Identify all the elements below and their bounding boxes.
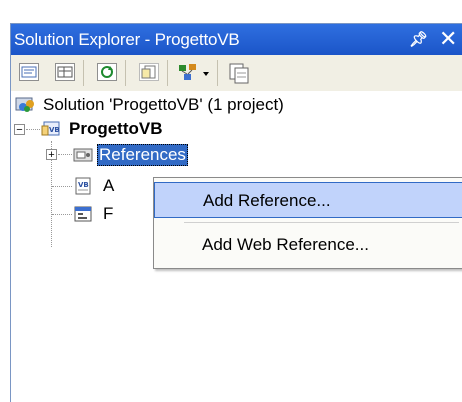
window-title: Solution Explorer - ProgettoVB (14, 30, 240, 49)
form-icon (73, 205, 93, 223)
assemblyinfo-label: A (103, 176, 115, 195)
toolbar (11, 55, 462, 92)
menu-item-add-reference[interactable]: Add Reference... (154, 182, 462, 218)
tree-connector (52, 186, 72, 187)
svg-text:VB: VB (78, 181, 89, 189)
class-view-icon[interactable] (177, 62, 211, 84)
tree-connector (52, 214, 72, 215)
pin-icon[interactable]: 📌︎ (409, 30, 428, 48)
toolbar-separator (125, 60, 126, 86)
title-bar: Solution Explorer - ProgettoVB 📌︎ ✕ (11, 24, 462, 55)
collapse-toggle[interactable]: − (14, 124, 25, 136)
tree-connector (58, 154, 72, 155)
solution-label: Solution 'ProgettoVB' (1 project) (43, 95, 284, 114)
references-folder-icon (73, 145, 93, 163)
form-label: F (103, 204, 114, 223)
view-code-icon[interactable] (139, 63, 159, 81)
project-label: ProgettoVB (69, 119, 163, 138)
expand-toggle[interactable]: + (46, 149, 57, 161)
show-all-files-icon[interactable] (55, 63, 75, 81)
menu-label-add-reference: Add Reference... (203, 191, 331, 210)
menu-label-add-web-reference: Add Web Reference... (202, 235, 369, 254)
properties-icon[interactable] (19, 63, 39, 81)
refresh-icon[interactable] (97, 63, 117, 81)
toolbar-separator (217, 60, 218, 86)
toolbar-separator (167, 60, 168, 86)
menu-item-add-web-reference[interactable]: Add Web Reference... (154, 227, 462, 263)
tree-connector (26, 129, 40, 130)
vb-project-icon: VB (41, 120, 61, 138)
menu-separator (184, 222, 459, 223)
copy-web-project-icon[interactable] (227, 61, 251, 85)
svg-text:VB: VB (49, 126, 60, 134)
context-menu: Add Reference... Add Web Reference... (153, 177, 462, 269)
vb-file-icon: VB (73, 177, 93, 195)
toolbar-separator (83, 60, 84, 86)
close-icon[interactable]: ✕ (439, 26, 457, 52)
solution-icon (15, 96, 35, 114)
references-label: References (97, 144, 188, 166)
